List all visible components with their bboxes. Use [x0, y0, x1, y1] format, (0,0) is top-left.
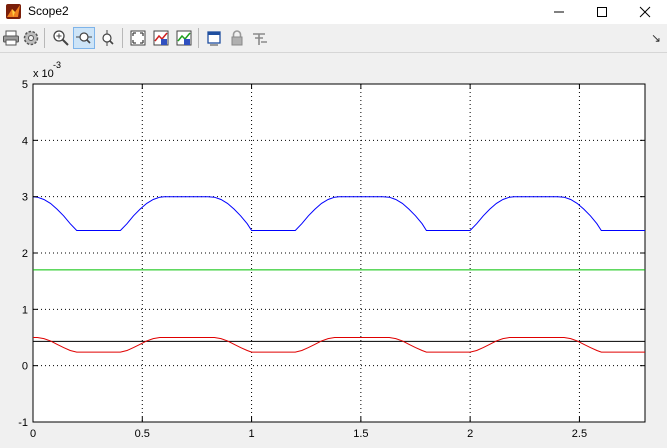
- x-tick-label: 1.5: [353, 428, 368, 440]
- maximize-icon: [597, 7, 607, 17]
- y-tick-label: -1: [18, 417, 28, 429]
- print-button[interactable]: [0, 27, 22, 49]
- parameters-button[interactable]: [20, 27, 42, 49]
- y-tick-label: 5: [22, 79, 28, 91]
- zoom-in-icon: [53, 30, 69, 46]
- autoscale-icon: [130, 30, 146, 46]
- zoom-x-axis-button[interactable]: [73, 27, 95, 49]
- zoom-in-button[interactable]: [50, 27, 72, 49]
- y-tick-label: 0: [22, 361, 28, 373]
- toolbar-overflow-icon[interactable]: ↘: [645, 27, 667, 49]
- zoom-y-axis-icon: [102, 30, 114, 46]
- toolbar-separator: [198, 28, 199, 48]
- scope-plot-area: 0 0.5 1 1.5 2 2.5 -1 0 1 2 3 4 5 x 10 -3: [0, 53, 667, 443]
- y-tick-label: 3: [22, 192, 28, 204]
- x-tick-label: 0.5: [135, 428, 150, 440]
- x-tick-label: 2.5: [572, 428, 587, 440]
- minimize-button[interactable]: [537, 0, 581, 24]
- save-axes-settings-button[interactable]: [150, 27, 172, 49]
- autoscale-button[interactable]: [127, 27, 149, 49]
- x-tick-label: 1: [249, 428, 255, 440]
- scope-toolbar: ↘: [0, 24, 667, 53]
- save-axes-settings-icon: [153, 30, 169, 46]
- restore-axes-settings-button[interactable]: [173, 27, 195, 49]
- restore-axes-settings-icon: [176, 30, 192, 46]
- scope-chart: 0 0.5 1 1.5 2 2.5-1012345 x 10 -3: [18, 60, 646, 440]
- signal-selection-button[interactable]: [249, 27, 271, 49]
- maximize-button[interactable]: [580, 0, 624, 24]
- print-icon: [3, 30, 19, 46]
- toolbar-separator: [44, 28, 45, 48]
- lock-axes-button[interactable]: [226, 27, 248, 49]
- zoom-y-axis-button[interactable]: [97, 27, 119, 49]
- y-exponent-base: x 10: [33, 68, 54, 80]
- y-tick-label: 2: [22, 248, 28, 260]
- x-tick-label: 2: [467, 428, 473, 440]
- close-icon: [639, 6, 651, 18]
- lock-icon: [231, 30, 243, 46]
- parameters-icon: [23, 30, 39, 46]
- y-tick-label: 1: [22, 304, 28, 316]
- x-tick-label: 0: [30, 428, 36, 440]
- y-tick-label: 4: [22, 135, 28, 147]
- window-title: Scope2: [28, 4, 69, 18]
- y-exponent-power: -3: [53, 60, 61, 70]
- matlab-icon: [6, 4, 21, 19]
- title-bar: Scope2: [0, 0, 667, 24]
- minimize-icon: [554, 11, 564, 13]
- signal-selection-icon: [253, 33, 267, 45]
- floating-scope-icon: [207, 31, 221, 46]
- toolbar-separator: [122, 28, 123, 48]
- floating-scope-button[interactable]: [203, 27, 225, 49]
- close-button[interactable]: [623, 0, 667, 24]
- zoom-x-axis-icon: [76, 32, 92, 44]
